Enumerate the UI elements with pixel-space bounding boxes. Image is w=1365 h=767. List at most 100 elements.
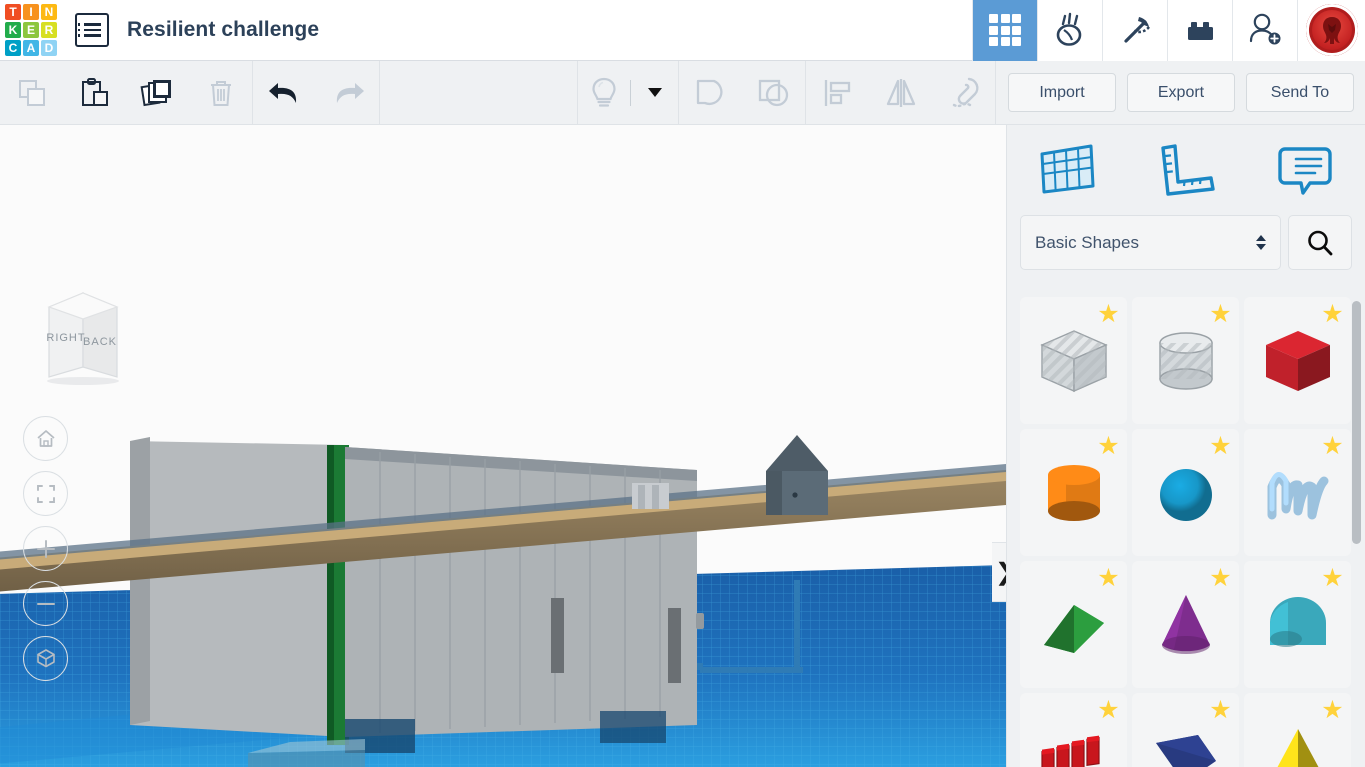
note-comment-icon (1278, 147, 1333, 195)
search-icon (1308, 230, 1333, 255)
mirror-flip-icon (886, 78, 915, 107)
history-tools (253, 61, 379, 125)
logo-tile-r: R (41, 22, 57, 38)
duplicate-icon (140, 79, 171, 106)
invite-people-button[interactable] (1232, 0, 1297, 61)
shape-search-button[interactable] (1288, 215, 1352, 270)
trash-icon (210, 80, 231, 106)
favorite-star-icon[interactable]: ★ (1208, 698, 1233, 723)
tab-minecraft[interactable] (1102, 0, 1167, 61)
ortho-perspective-toggle[interactable] (23, 636, 68, 681)
export-button[interactable]: Export (1127, 73, 1235, 112)
list-menu-icon (77, 23, 101, 26)
mirror-button[interactable] (869, 61, 932, 125)
delete-button[interactable] (189, 61, 252, 125)
collapse-panel-button[interactable]: ❯ (992, 542, 1006, 602)
toolbar-divider (379, 60, 380, 125)
workplane-grid-icon (1040, 144, 1095, 194)
favorite-star-icon[interactable]: ★ (1320, 434, 1345, 459)
favorite-star-icon[interactable]: ★ (1096, 434, 1121, 459)
home-view-button[interactable] (23, 416, 68, 461)
shape-item-wedge[interactable]: ★ (1020, 561, 1127, 688)
redo-button[interactable] (316, 61, 379, 125)
group-button[interactable] (679, 61, 742, 125)
import-button[interactable]: Import (1008, 73, 1116, 112)
duplicate-button[interactable] (126, 61, 189, 125)
design-canvas[interactable]: RIGHT BACK (0, 125, 1006, 767)
shape-item-sphere[interactable]: ★ (1132, 429, 1239, 556)
shape-item-box[interactable]: ★ (1244, 297, 1351, 424)
tab-bricks[interactable] (1167, 0, 1232, 61)
shape-item-scribble[interactable]: ★ (1244, 429, 1351, 556)
favorite-star-icon[interactable]: ★ (1096, 302, 1121, 327)
logo-tile-a: A (23, 40, 39, 56)
snap-magnet-button[interactable] (932, 61, 995, 125)
tinkercad-window: TINKERCAD Resilient challenge Import Exp… (0, 0, 1365, 767)
file-actions: Import Export Send To (996, 61, 1365, 125)
group-shapes-icon (696, 79, 723, 105)
ungroup-shapes-icon (758, 79, 788, 106)
fit-to-view-button[interactable] (23, 471, 68, 516)
view-cube[interactable]: RIGHT BACK (27, 277, 135, 387)
project-menu-button[interactable] (75, 13, 109, 47)
svg-text:RIGHT: RIGHT (46, 332, 85, 344)
favorite-star-icon[interactable]: ★ (1096, 698, 1121, 723)
3d-scene (0, 435, 1006, 767)
favorite-star-icon[interactable]: ★ (1096, 566, 1121, 591)
logo-tile-i: I (23, 4, 39, 20)
paste-button[interactable] (63, 61, 126, 125)
favorite-star-icon[interactable]: ★ (1320, 566, 1345, 591)
shape-item-cone[interactable]: ★ (1132, 561, 1239, 688)
copy-button[interactable] (0, 61, 63, 125)
shape-item-halfcylinder[interactable]: ★ (1244, 561, 1351, 688)
favorite-star-icon[interactable]: ★ (1208, 302, 1233, 327)
light-hint-button[interactable] (578, 61, 630, 125)
zoom-in-button[interactable] (23, 526, 68, 571)
favorite-star-icon[interactable]: ★ (1208, 566, 1233, 591)
tinkercad-logo[interactable]: TIN KER CAD (5, 4, 57, 56)
zoom-out-button[interactable] (23, 581, 68, 626)
shapes-panel: Basic Shapes ★ ★ ★ ★ ★ ★ ★ ★ ★ ★ ★ ★ (1006, 125, 1365, 767)
cube-projection-icon (36, 648, 55, 667)
shape-item-text3d[interactable]: ★ (1020, 693, 1127, 767)
ruler-tab[interactable] (1126, 125, 1245, 215)
shape-search-row: Basic Shapes (1007, 215, 1365, 270)
notes-tab[interactable] (1246, 125, 1365, 215)
shape-item-hole-box[interactable]: ★ (1020, 297, 1127, 424)
logo-tile-c: C (5, 40, 21, 56)
lego-brick-icon (1188, 22, 1213, 40)
favorite-star-icon[interactable]: ★ (1320, 698, 1345, 723)
shape-item-cylinder[interactable]: ★ (1020, 429, 1127, 556)
spinner-arrows-icon (1256, 235, 1266, 250)
pickaxe-icon (1124, 17, 1151, 43)
model-wall-left (130, 437, 345, 737)
tab-circuits[interactable] (1037, 0, 1102, 61)
chevron-down-icon (647, 88, 662, 97)
ungroup-button[interactable] (742, 61, 805, 125)
shape-scrollbar-thumb[interactable] (1352, 301, 1361, 544)
view-controls (23, 416, 68, 691)
shape-scrollbar-track[interactable] (1352, 297, 1363, 767)
shape-item-hole-cylinder[interactable]: ★ (1132, 297, 1239, 424)
user-avatar-button[interactable] (1297, 0, 1365, 61)
shape-item-pyramid[interactable]: ★ (1244, 693, 1351, 767)
shape-item-polygon[interactable]: ★ (1132, 693, 1239, 767)
favorite-star-icon[interactable]: ★ (1208, 434, 1233, 459)
undo-button[interactable] (253, 61, 316, 125)
magnet-icon (952, 77, 979, 107)
tab-3d-designs[interactable] (972, 0, 1037, 61)
send-to-button[interactable]: Send To (1246, 73, 1354, 112)
hint-tools (578, 61, 678, 125)
shape-category-value: Basic Shapes (1035, 232, 1139, 252)
panel-tabs (1007, 125, 1365, 215)
shape-library-grid[interactable]: ★ ★ ★ ★ ★ ★ ★ ★ ★ ★ ★ ★ (1020, 297, 1356, 767)
favorite-star-icon[interactable]: ★ (1320, 302, 1345, 327)
align-icon (824, 79, 850, 106)
logo-tile-d: D (41, 40, 57, 56)
workplane-tab[interactable] (1007, 125, 1126, 215)
view-cube-icon: RIGHT BACK (46, 292, 119, 385)
logo-tile-t: T (5, 4, 21, 20)
light-hint-dropdown[interactable] (631, 61, 678, 125)
shape-category-select[interactable]: Basic Shapes (1020, 215, 1281, 270)
align-button[interactable] (806, 61, 869, 125)
